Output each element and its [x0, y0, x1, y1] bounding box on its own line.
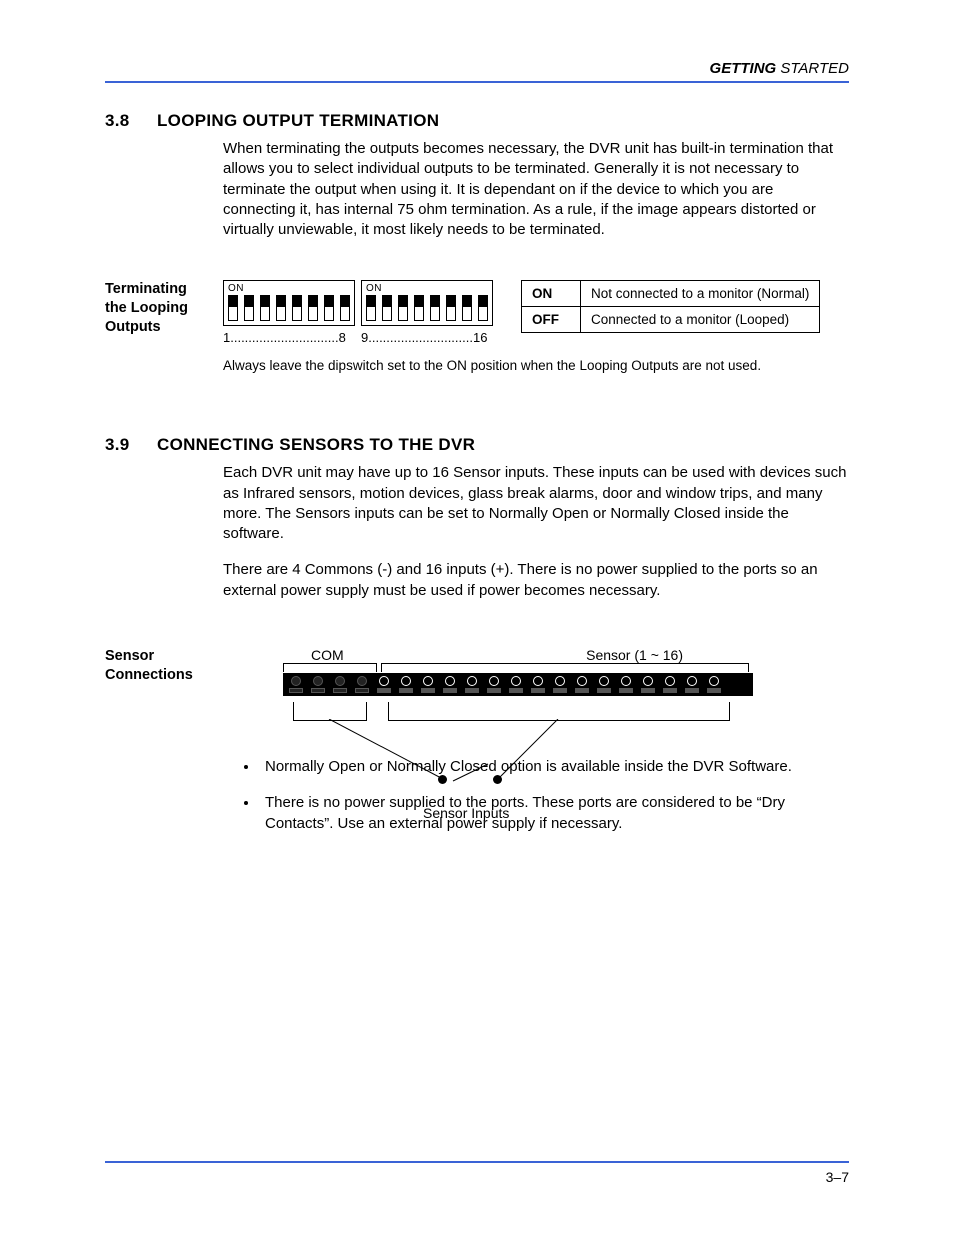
wire-node-left	[438, 775, 447, 784]
com-bracket-top	[283, 663, 377, 672]
section-3-8-body: When terminating the outputs becomes nec…	[223, 139, 849, 240]
wire-node-right	[493, 775, 502, 784]
running-header: GETTING STARTED	[105, 60, 849, 77]
dipswitch-range-1: 1..............................8	[223, 330, 355, 345]
page-number: 3–7	[826, 1169, 849, 1185]
sensor-diagram: COM Sensor (1 ~ 16)	[283, 647, 753, 696]
header-rest: STARTED	[776, 60, 849, 77]
dipswitch-bank-2: ON	[361, 280, 493, 326]
table-row: OFF Connected to a monitor (Looped)	[522, 307, 820, 333]
dipswitch-bank-1: ON	[223, 280, 355, 326]
sensor-bracket-top	[381, 663, 749, 672]
sensor-inputs-caption: Sensor Inputs	[423, 805, 509, 821]
header-rule: GETTING STARTED	[105, 60, 849, 83]
section-3-9-title: CONNECTING SENSORS TO THE DVR	[157, 435, 475, 454]
page-footer: 3–7	[105, 1161, 849, 1185]
looping-outputs-side-label: Terminating the Looping Outputs	[105, 280, 211, 337]
terminal-strip	[283, 673, 753, 696]
section-3-8-title: LOOPING OUTPUT TERMINATION	[157, 111, 439, 130]
dipswitch-on-label-2: ON	[366, 283, 488, 294]
com-label: COM	[311, 647, 344, 663]
on-off-table: ON Not connected to a monitor (Normal) O…	[521, 280, 820, 333]
off-key: OFF	[522, 307, 581, 333]
section-3-8-number: 3.8	[105, 111, 157, 131]
sensor-range-label: Sensor (1 ~ 16)	[586, 647, 683, 663]
sensor-side-label: Sensor Connections	[105, 647, 211, 685]
dipswitch-diagram: ON 1..............................8 ON	[223, 280, 493, 345]
dipswitch-note: Always leave the dipswitch set to the ON…	[223, 357, 849, 375]
wiring-lines	[283, 719, 753, 799]
sensor-row: Sensor Connections COM Sensor (1 ~ 16)	[105, 647, 849, 696]
table-row: ON Not connected to a monitor (Normal)	[522, 281, 820, 307]
section-3-9-body-1: Each DVR unit may have up to 16 Sensor i…	[223, 463, 849, 544]
section-3-8-heading: 3.8LOOPING OUTPUT TERMINATION	[105, 111, 849, 131]
section-3-9-number: 3.9	[105, 435, 157, 455]
header-bold: GETTING	[710, 60, 777, 77]
section-3-9-heading: 3.9CONNECTING SENSORS TO THE DVR	[105, 435, 849, 455]
section-3-9-body-2: There are 4 Commons (-) and 16 inputs (+…	[223, 560, 849, 601]
on-value: Not connected to a monitor (Normal)	[581, 281, 820, 307]
dipswitch-range-2: 9.............................16	[361, 330, 493, 345]
on-key: ON	[522, 281, 581, 307]
dipswitch-on-label-1: ON	[228, 283, 350, 294]
looping-outputs-row: Terminating the Looping Outputs ON 1....…	[105, 280, 849, 345]
off-value: Connected to a monitor (Looped)	[581, 307, 820, 333]
